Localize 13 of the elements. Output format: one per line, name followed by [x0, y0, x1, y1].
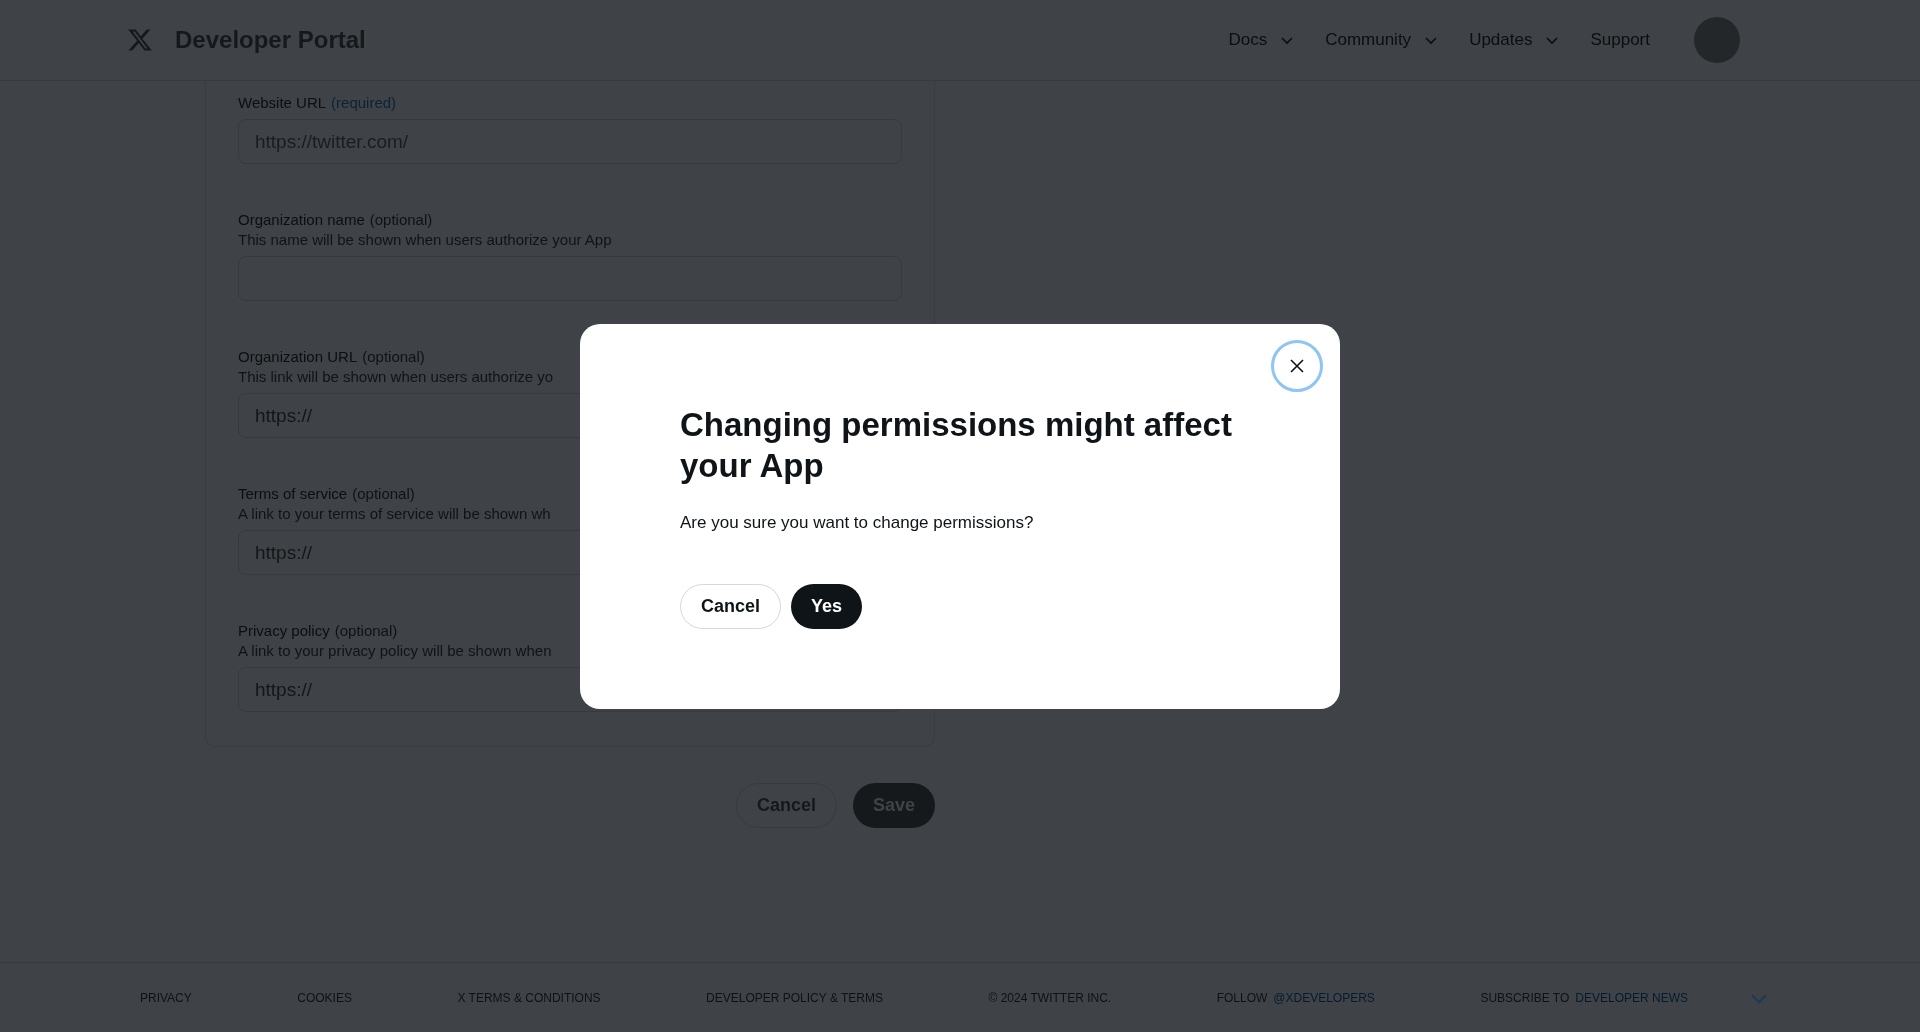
close-icon [1289, 358, 1305, 374]
field-label: Website URL [238, 93, 327, 113]
avatar[interactable] [1694, 17, 1740, 63]
close-button[interactable] [1271, 340, 1323, 392]
footer-link[interactable]: DEVELOPER NEWS [1575, 988, 1688, 1007]
nav-link[interactable]: Updates [1469, 27, 1561, 53]
field-label: Organization URL [238, 347, 358, 367]
field-label: Privacy policy [238, 621, 330, 641]
nav-link[interactable]: Support [1590, 27, 1650, 53]
nav-link[interactable]: Community [1325, 27, 1440, 53]
footer-link[interactable]: @XDEVELOPERS [1273, 988, 1375, 1007]
yes-button[interactable]: Yes [791, 583, 863, 629]
x-logo-icon [127, 27, 153, 53]
